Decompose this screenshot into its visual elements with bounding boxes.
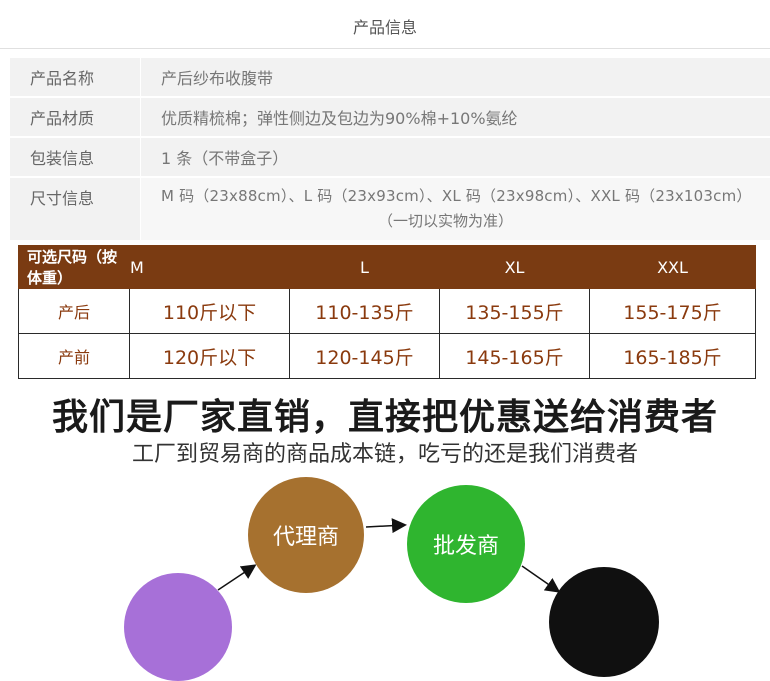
size-spec: M 码（23x88cm）、L 码（23x93cm）、XL 码（23x98cm）、…: [161, 187, 752, 205]
table-cell: 110-135斤: [289, 288, 440, 334]
info-value: 优质精梳棉；弹性侧边及包边为90%棉+10%氨纶: [161, 109, 518, 128]
info-value: M 码（23x88cm）、L 码（23x93cm）、XL 码（23x98cm）、…: [141, 178, 770, 240]
arrow-icon: [217, 564, 257, 591]
flow-node-black: [549, 567, 659, 677]
flow-node-wholesale: 批发商: [407, 485, 525, 603]
size-header-cell: L: [289, 245, 440, 289]
table-cell: 120-145斤: [289, 333, 440, 379]
info-key: 包装信息: [10, 138, 141, 176]
size-header-cell: XXL: [589, 245, 756, 289]
info-row-material: 产品材质 优质精梳棉；弹性侧边及包边为90%棉+10%氨纶: [10, 98, 770, 138]
table-cell: 135-155斤: [439, 288, 590, 334]
info-row-size: 尺寸信息 M 码（23x88cm）、L 码（23x93cm）、XL 码（23x9…: [10, 178, 770, 242]
size-note: （一切以实物为准）: [377, 212, 513, 230]
info-key: 产品材质: [10, 98, 141, 136]
table-cell: 145-165斤: [439, 333, 590, 379]
flow-node-label: 代理商: [272, 525, 339, 550]
info-key: 产品名称: [10, 58, 141, 96]
flow-node-agent: 代理商: [248, 477, 364, 593]
info-row-packaging: 包装信息 1 条（不带盒子）: [10, 138, 770, 178]
flow-node-label: 批发商: [432, 534, 499, 559]
row-label: 产后: [18, 288, 130, 334]
info-row-name: 产品名称 产后纱布收腹带: [10, 58, 770, 98]
info-value: 1 条（不带盒子）: [161, 149, 289, 168]
title-divider: [0, 48, 770, 49]
table-cell: 120斤以下: [129, 333, 290, 379]
flow-node-purple: [124, 573, 232, 681]
table-row: 产前 120斤以下 120-145斤 145-165斤 165-185斤: [18, 333, 756, 379]
size-header-row: 可选尺码（按体重） M L XL XXL: [18, 245, 756, 289]
row-label: 产前: [18, 333, 130, 379]
table-cell: 165-185斤: [589, 333, 756, 379]
size-header-cell: XL: [439, 245, 590, 289]
section-title: 产品信息: [352, 18, 417, 37]
promo-subline: 工厂到贸易商的商品成本链，吃亏的还是我们消费者: [131, 442, 638, 467]
table-cell: 155-175斤: [589, 288, 756, 334]
table-row: 产后 110斤以下 110-135斤 135-155斤 155-175斤: [18, 288, 756, 334]
product-info-table: 产品名称 产后纱布收腹带 产品材质 优质精梳棉；弹性侧边及包边为90%棉+10%…: [10, 58, 770, 242]
promo-headline: 我们是厂家直销，直接把优惠送给消费者: [51, 397, 718, 438]
size-header-cell: M: [129, 245, 290, 289]
arrow-icon: [521, 565, 561, 593]
info-value: 产后纱布收腹带: [161, 69, 274, 88]
table-cell: 110斤以下: [129, 288, 290, 334]
size-chart-table: 可选尺码（按体重） M L XL XXL 产后 110斤以下 110-135斤 …: [18, 245, 756, 379]
size-header-cell: 可选尺码（按体重）: [18, 245, 130, 289]
info-key: 尺寸信息: [10, 178, 141, 240]
arrow-icon: [365, 518, 407, 534]
